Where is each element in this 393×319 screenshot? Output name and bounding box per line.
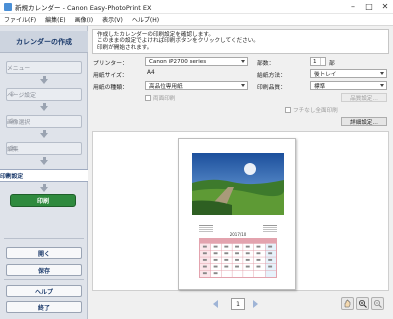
step-edit[interactable]: ③ 編集 (6, 142, 82, 155)
preview-page: 2017/10 (178, 138, 296, 290)
minimize-button[interactable]: – (345, 0, 361, 14)
copies-value: 1 (313, 58, 317, 65)
duplex-checkbox[interactable]: 両面印刷 (145, 94, 175, 102)
step-image-select[interactable]: ② 画像選択 (6, 115, 82, 128)
open-button[interactable]: 開く (6, 247, 82, 259)
step-arrow-head (40, 187, 48, 192)
window-title: 新規カレンダー - Canon Easy-PhotoPrint EX (15, 3, 152, 12)
hand-tool-icon[interactable] (341, 297, 354, 310)
paper-size-label: 用紙サイズ： (93, 73, 128, 79)
menu-edit[interactable]: 編集(E) (41, 15, 70, 24)
prev-page-icon[interactable] (213, 300, 218, 308)
step-label: 画像選択 (7, 120, 31, 126)
copies-label: 部数： (257, 61, 275, 67)
zoom-out-icon[interactable] (371, 297, 384, 310)
instruction-box: 作成したカレンダーの印刷設定を確認します。 このままの設定でよければ印刷ボタンを… (92, 29, 389, 54)
sidebar-divider (4, 238, 84, 239)
quality-label: 印刷品質： (257, 85, 286, 91)
step-menu[interactable]: メニュー (6, 61, 82, 74)
printer-value: Canon iP2700 series (149, 58, 207, 65)
quality-value: 標準 (314, 83, 326, 90)
print-preview: 2017/10 (92, 131, 389, 291)
menu-image[interactable]: 画像(I) (71, 15, 98, 24)
media-type-label: 用紙の種類： (93, 85, 128, 91)
next-page-icon[interactable] (253, 300, 258, 308)
step-label: 編集 (7, 147, 19, 153)
borderless-checkbox[interactable]: フチなし全面印刷 (285, 106, 338, 114)
instruction-line: 印刷が開始されます。 (97, 44, 153, 51)
copies-unit: 部 (329, 61, 335, 67)
spin-arrows-icon[interactable] (320, 58, 325, 65)
media-type-select[interactable]: 高品位専用紙 (145, 81, 248, 90)
step-arrow-head (40, 79, 48, 84)
step-page-setup[interactable]: ① ページ設定 (6, 88, 82, 101)
next-month-mini-calendar (263, 225, 277, 232)
advanced-settings-button[interactable]: 詳細設定... (341, 117, 387, 126)
copies-stepper[interactable]: 1 (310, 57, 326, 66)
step-label: メニュー (7, 66, 31, 72)
chevron-down-icon (380, 84, 384, 87)
close-button[interactable]: ✕ (377, 0, 393, 14)
save-button[interactable]: 保存 (6, 264, 82, 276)
menu-help[interactable]: ヘルプ(H) (128, 15, 164, 24)
chevron-down-icon (241, 60, 245, 63)
checkbox-box (145, 95, 151, 101)
help-button[interactable]: ヘルプ (6, 285, 82, 297)
chevron-down-icon (241, 84, 245, 87)
printer-select[interactable]: Canon iP2700 series (145, 57, 248, 66)
quality-settings-button[interactable]: 品質設定... (341, 93, 387, 102)
step-label: 印刷設定 (0, 174, 24, 180)
printer-label: プリンター： (93, 61, 128, 67)
menu-view[interactable]: 表示(V) (98, 15, 128, 24)
feed-label: 給紙方法： (257, 73, 286, 79)
calendar-month-title: 2017/10 (229, 232, 247, 237)
step-arrow-head (40, 160, 48, 165)
paper-size-value: A4 (147, 70, 155, 76)
page-number-field[interactable]: 1 (231, 298, 245, 310)
step-arrow-head (40, 106, 48, 111)
main-panel: 作成したカレンダーの印刷設定を確認します。 このままの設定でよければ印刷ボタンを… (89, 26, 393, 319)
step-arrow-head (40, 133, 48, 138)
app-icon (4, 2, 12, 11)
duplex-label: 両面印刷 (153, 96, 176, 102)
preview-toolbar: 1 (89, 294, 393, 316)
maximize-button[interactable]: □ (361, 0, 377, 14)
menu-file[interactable]: ファイル(F) (0, 15, 41, 24)
chevron-down-icon (380, 72, 384, 75)
media-type-value: 高品位専用紙 (149, 83, 183, 90)
borderless-label: フチなし全面印刷 (293, 108, 338, 114)
title-bar: 新規カレンダー - Canon Easy-PhotoPrint EX – □ ✕ (0, 0, 393, 14)
sidebar-title: カレンダーの作成 (0, 31, 88, 53)
step-print-settings[interactable]: ④ 印刷設定 (0, 169, 88, 182)
quality-select[interactable]: 標準 (310, 81, 387, 90)
feed-select[interactable]: 後トレイ (310, 69, 387, 78)
print-button[interactable]: 印刷 (10, 194, 76, 207)
step-label: ページ設定 (7, 93, 36, 99)
calendar-grid (199, 238, 277, 278)
checkbox-box (285, 107, 291, 113)
feed-value: 後トレイ (314, 71, 337, 78)
zoom-in-icon[interactable] (356, 297, 369, 310)
sidebar: カレンダーの作成 メニュー ① ページ設定 ② 画像選択 ③ 編集 ④ 印刷設定… (0, 26, 88, 319)
menu-bar: ファイル(F) 編集(E) 画像(I) 表示(V) ヘルプ(H) (0, 14, 393, 26)
sidebar-divider (4, 279, 84, 280)
exit-button[interactable]: 終了 (6, 301, 82, 313)
calendar-photo (192, 153, 284, 215)
